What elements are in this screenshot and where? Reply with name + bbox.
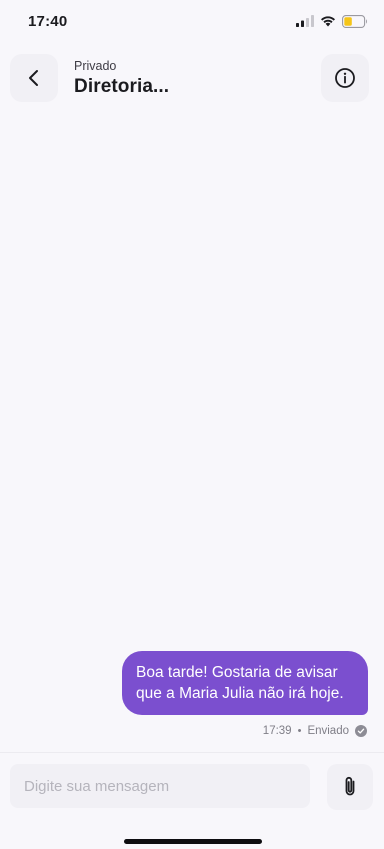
info-button[interactable] [321,54,369,102]
chat-header: Privado Diretoria... [0,52,384,108]
chevron-left-icon [29,70,38,86]
wifi-icon [321,16,335,27]
chat-type-label: Privado [74,59,117,73]
status-bar: 17:40 [0,0,384,44]
paperclip-icon [345,776,355,796]
check-circle-icon [355,725,367,737]
message-text: Boa tarde! Gostaria de avisar que a Mari… [136,664,344,702]
meta-separator: • [297,725,302,737]
status-time: 17:40 [28,13,68,30]
cellular-signal-icon [296,15,314,27]
message-meta: 17:39 • Enviado [263,725,367,737]
battery-icon [342,14,367,28]
message-list[interactable]: Boa tarde! Gostaria de avisar que a Mari… [0,112,384,748]
info-circle-icon [335,68,355,88]
message-bubble-sent[interactable]: Boa tarde! Gostaria de avisar que a Mari… [122,651,368,715]
message-status: Enviado [307,725,349,737]
status-icons [296,14,368,28]
home-indicator [124,839,262,844]
header-text: Privado Diretoria... [74,58,169,99]
back-button[interactable] [10,54,58,102]
message-input[interactable] [10,764,310,808]
composer [0,752,384,849]
attach-button[interactable] [327,764,373,810]
chat-title: Diretoria... [74,76,170,97]
message-time: 17:39 [262,725,292,737]
